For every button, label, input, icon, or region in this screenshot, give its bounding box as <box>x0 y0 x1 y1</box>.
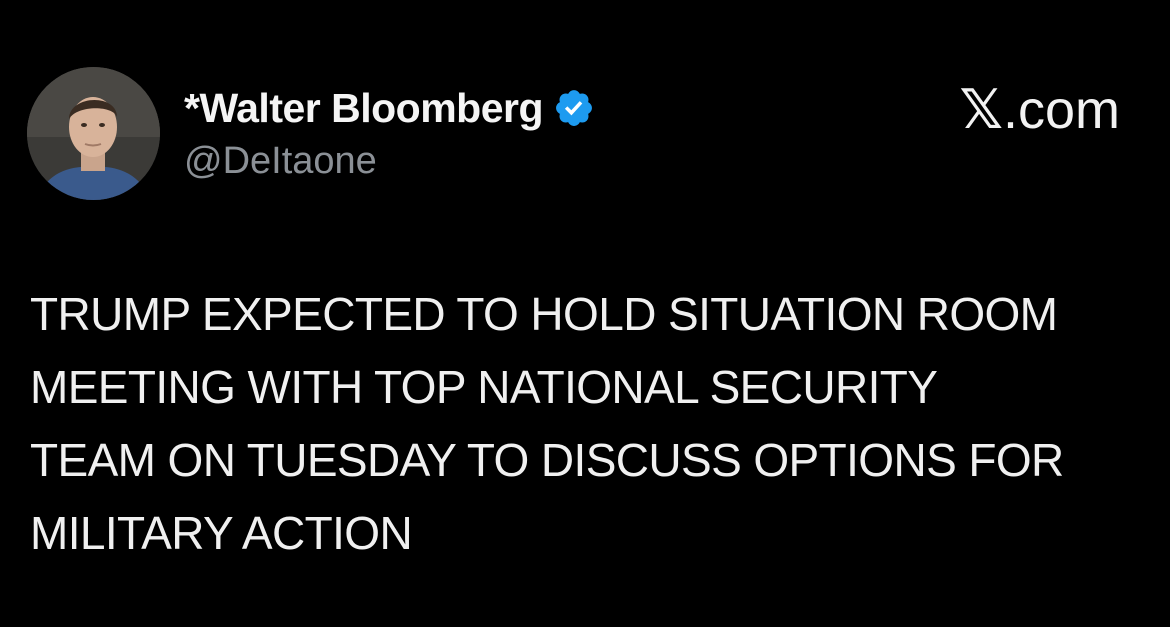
display-name[interactable]: *Walter Bloomberg <box>184 85 544 132</box>
tweet-line: TRUMP EXPECTED TO HOLD SITUATION ROOM <box>30 288 1058 340</box>
avatar[interactable] <box>27 67 160 200</box>
user-handle[interactable]: @DeItaone <box>184 140 595 183</box>
site-suffix: .com <box>1002 80 1120 140</box>
tweet-card: *Walter Bloomberg @DeItaone 𝕏.com TRUMP … <box>0 0 1170 627</box>
x-logo-icon: 𝕏 <box>959 78 1003 141</box>
x-com-logo: 𝕏.com <box>959 78 1120 141</box>
name-row: *Walter Bloomberg <box>184 82 595 134</box>
avatar-photo <box>27 67 160 200</box>
tweet-text: TRUMP EXPECTED TO HOLD SITUATION ROOM ME… <box>30 278 1150 570</box>
tweet-line: TEAM ON TUESDAY TO DISCUSS OPTIONS FOR <box>30 434 1064 486</box>
tweet-line: MILITARY ACTION <box>30 507 413 559</box>
verified-badge-icon <box>553 87 595 129</box>
author-info: *Walter Bloomberg @DeItaone <box>184 82 595 183</box>
tweet-line: MEETING WITH TOP NATIONAL SECURITY <box>30 361 938 413</box>
